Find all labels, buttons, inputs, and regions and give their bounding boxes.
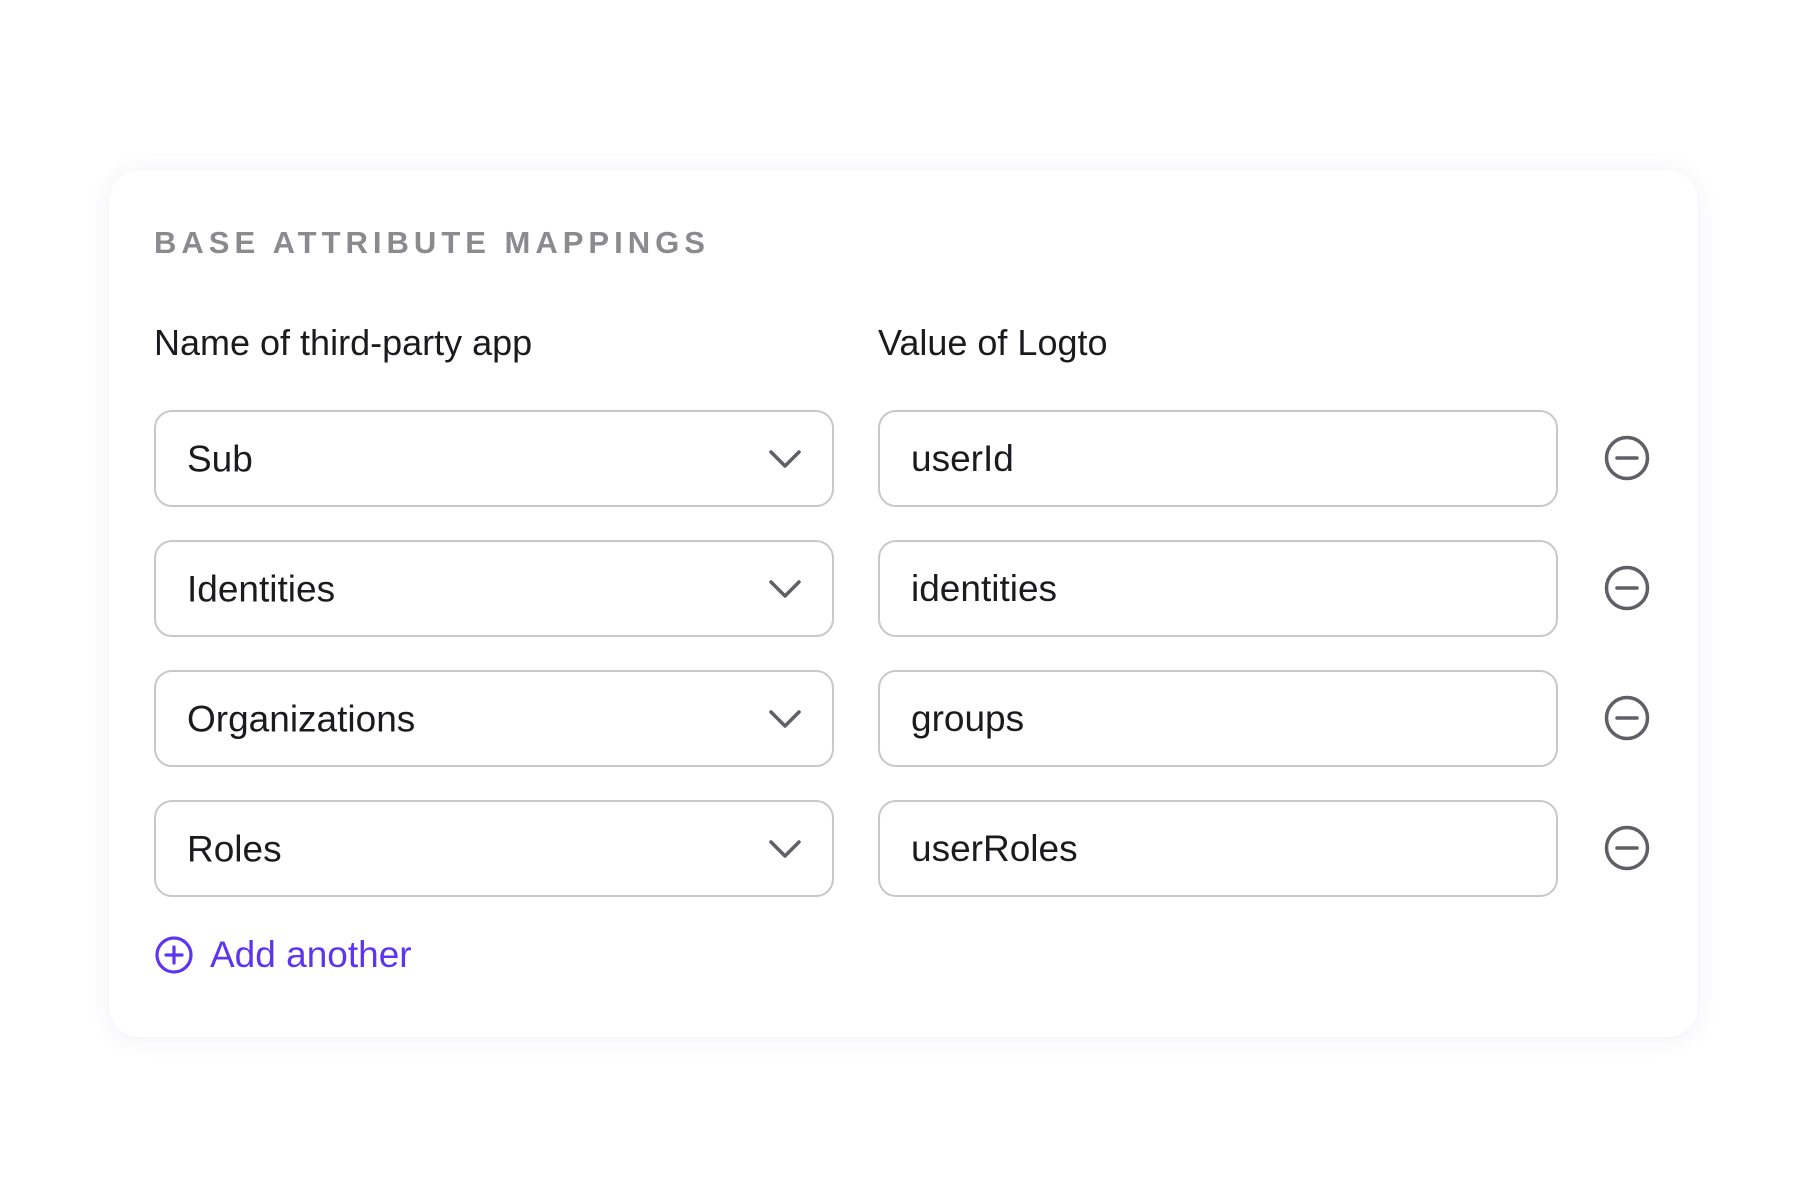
remove-mapping-button[interactable] [1603,824,1651,872]
third-party-select[interactable]: Roles [154,800,834,897]
attribute-mappings-card: BASE ATTRIBUTE MAPPINGS Name of third-pa… [109,170,1698,1037]
remove-mapping-button[interactable] [1603,564,1651,612]
third-party-column-header: Name of third-party app [154,322,533,363]
select-value: Organizations [187,698,416,739]
add-another-button[interactable]: Add another [154,933,412,977]
select-value: Identities [187,568,336,609]
mapping-row: Identities [154,540,1654,637]
third-party-select[interactable]: Sub [154,410,834,507]
remove-mapping-button[interactable] [1603,694,1651,742]
chevron-down-icon [769,579,801,598]
logto-value-input[interactable] [878,540,1558,637]
mapping-row: Organizations [154,670,1654,767]
mapping-row: Roles [154,800,1654,897]
chevron-down-icon [769,449,801,468]
logto-value-input[interactable] [878,670,1558,767]
select-value: Roles [187,828,282,869]
mapping-row: Sub [154,410,1654,507]
third-party-select[interactable]: Identities [154,540,834,637]
logto-value-input[interactable] [878,410,1558,507]
minus-circle-icon [1604,565,1650,611]
chevron-down-icon [769,839,801,858]
section-title: BASE ATTRIBUTE MAPPINGS [154,225,710,260]
logto-value-input[interactable] [878,800,1558,897]
remove-mapping-button[interactable] [1603,434,1651,482]
select-value: Sub [187,438,253,479]
minus-circle-icon [1604,435,1650,481]
chevron-down-icon [769,709,801,728]
third-party-select[interactable]: Organizations [154,670,834,767]
minus-circle-icon [1604,825,1650,871]
logto-column-header: Value of Logto [878,322,1108,363]
minus-circle-icon [1604,695,1650,741]
plus-circle-icon [155,936,193,974]
add-another-label: Add another [210,934,412,975]
